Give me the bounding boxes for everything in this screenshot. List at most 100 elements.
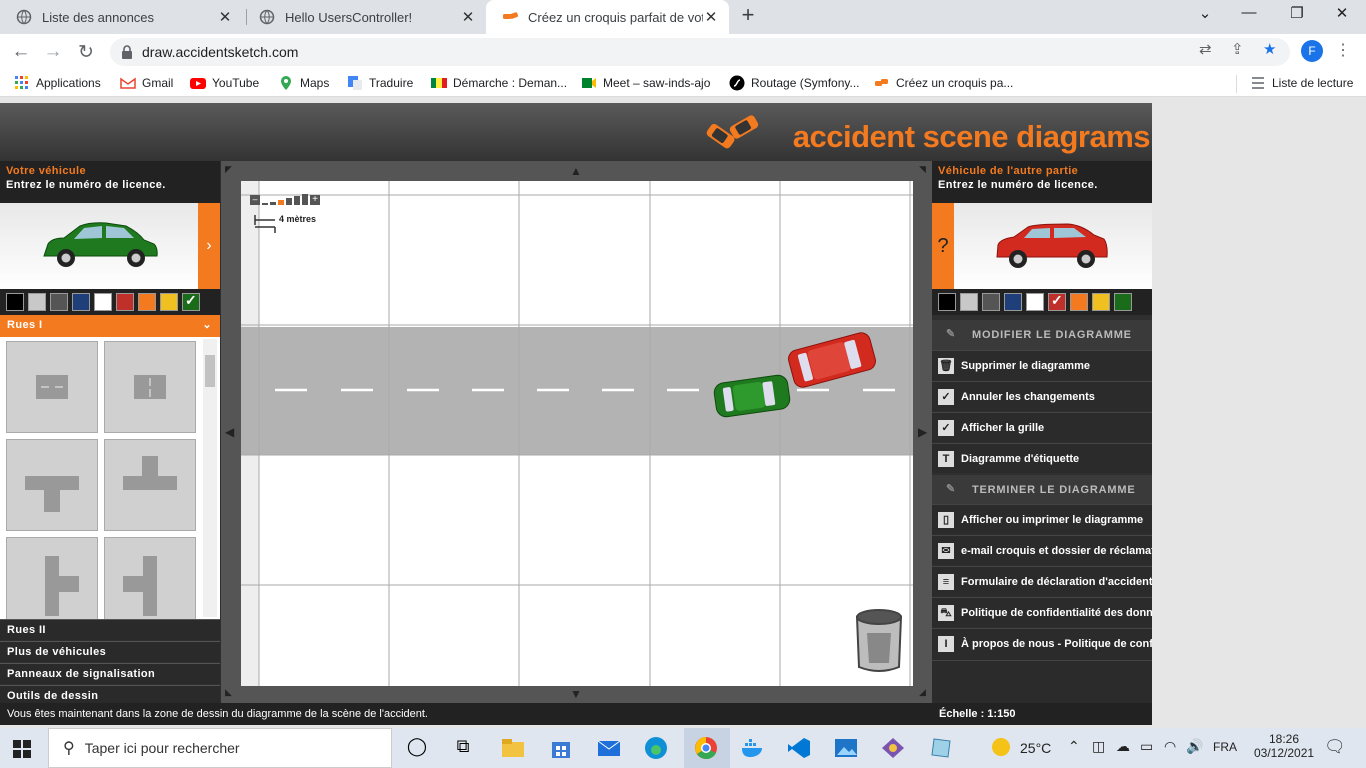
bookmark-maps[interactable]: Maps bbox=[278, 75, 329, 91]
close-tab-icon[interactable]: ✕ bbox=[460, 8, 476, 26]
drawing-canvas[interactable]: – + 4 mètres bbox=[241, 181, 913, 686]
color-swatch[interactable] bbox=[1004, 293, 1022, 311]
your-vehicle-preview[interactable] bbox=[0, 203, 220, 289]
menu-politique-confidentialite[interactable]: ⛍ Politique de confidentialité des donnée… bbox=[932, 597, 1152, 627]
clock[interactable]: 18:26 03/12/2021 bbox=[1254, 732, 1314, 760]
cortana-icon[interactable]: ◯ bbox=[404, 736, 430, 760]
color-swatch[interactable] bbox=[138, 293, 156, 311]
zoom-level-mark[interactable] bbox=[286, 198, 292, 205]
tab-hello-users[interactable]: Hello UsersController! ✕ bbox=[243, 0, 486, 34]
category-panneaux[interactable]: Panneaux de signalisation bbox=[0, 663, 220, 684]
zoom-control[interactable]: – + bbox=[250, 194, 320, 205]
menu-a-propos[interactable]: I À propos de nous - Politique de confide… bbox=[932, 628, 1152, 660]
close-tab-icon[interactable]: ✕ bbox=[217, 8, 233, 26]
language-indicator[interactable]: FRA bbox=[1213, 740, 1237, 754]
vehicle-toggle-arrow-icon[interactable]: › bbox=[198, 203, 220, 289]
share-icon[interactable]: ⇪ bbox=[1231, 40, 1244, 58]
tiles-scrollbar[interactable] bbox=[203, 339, 217, 617]
chrome-icon[interactable] bbox=[693, 736, 719, 760]
color-swatch[interactable] bbox=[1026, 293, 1044, 311]
menu-afficher-imprimer[interactable]: ▯ Afficher ou imprimer le diagramme bbox=[932, 504, 1152, 534]
tab-search-icon[interactable]: ⌄ bbox=[1193, 4, 1217, 22]
color-swatch[interactable] bbox=[1070, 293, 1088, 311]
color-swatch[interactable] bbox=[116, 293, 134, 311]
vscode-icon[interactable] bbox=[786, 736, 812, 760]
bookmark-applications[interactable]: Applications bbox=[14, 75, 101, 91]
zoom-level-mark[interactable] bbox=[262, 203, 268, 205]
bookmark-demarche[interactable]: Démarche : Deman... bbox=[431, 75, 567, 91]
scroll-down-arrow-icon[interactable]: ▼ bbox=[570, 687, 582, 701]
back-icon[interactable]: ← bbox=[9, 41, 33, 63]
color-swatch[interactable] bbox=[50, 293, 68, 311]
color-swatch[interactable] bbox=[1114, 293, 1132, 311]
profile-avatar[interactable]: F bbox=[1301, 40, 1323, 62]
reading-list-button[interactable]: Liste de lecture bbox=[1250, 75, 1353, 91]
onedrive-icon[interactable]: ☁ bbox=[1116, 738, 1130, 755]
zoom-level-current[interactable] bbox=[278, 200, 284, 205]
color-swatch[interactable] bbox=[982, 293, 1000, 311]
weather-sun-icon[interactable] bbox=[992, 738, 1010, 756]
your-vehicle-subtitle[interactable]: Entrez le numéro de licence. bbox=[6, 179, 214, 191]
other-vehicle-preview[interactable] bbox=[932, 203, 1152, 289]
tab-accident-sketch[interactable]: Créez un croquis parfait de votre ✕ bbox=[486, 0, 729, 34]
restore-button[interactable]: ❐ bbox=[1285, 4, 1309, 22]
zoom-level-mark[interactable] bbox=[270, 202, 276, 205]
file-explorer-icon[interactable] bbox=[500, 736, 526, 760]
category-rues-i-header[interactable]: Rues I ⌄ bbox=[0, 315, 220, 337]
tile-t-junction-up[interactable] bbox=[104, 439, 196, 531]
tile-t-junction-right[interactable] bbox=[6, 537, 98, 619]
store-icon[interactable] bbox=[548, 736, 574, 760]
color-swatch[interactable] bbox=[1048, 292, 1066, 311]
scrollbar-thumb[interactable] bbox=[205, 355, 215, 387]
git-app-icon[interactable] bbox=[880, 736, 906, 760]
temperature[interactable]: 25°C bbox=[1020, 740, 1051, 756]
zoom-out-icon[interactable]: – bbox=[250, 195, 260, 205]
bookmark-meet[interactable]: Meet – saw-inds-ajo bbox=[581, 75, 710, 91]
bookmark-traduire[interactable]: Traduire bbox=[347, 75, 413, 91]
tray-chevron-icon[interactable]: ⌃ bbox=[1068, 738, 1080, 755]
tile-straight-horizontal[interactable] bbox=[6, 341, 98, 433]
tray-meet-icon[interactable]: ◫ bbox=[1092, 738, 1105, 755]
tile-straight-vertical[interactable] bbox=[104, 341, 196, 433]
color-swatch[interactable] bbox=[72, 293, 90, 311]
color-swatch[interactable] bbox=[94, 293, 112, 311]
menu-formulaire-declaration[interactable]: ≡ Formulaire de déclaration d'accident bbox=[932, 566, 1152, 596]
notes-app-icon[interactable] bbox=[928, 736, 954, 760]
address-bar[interactable]: draw.accidentsketch.com bbox=[110, 38, 1290, 66]
minimize-button[interactable]: — bbox=[1237, 4, 1261, 21]
category-rues-ii[interactable]: Rues II bbox=[0, 619, 220, 640]
forward-icon[interactable]: → bbox=[41, 41, 65, 63]
menu-afficher-grille[interactable]: ✓ Afficher la grille bbox=[932, 412, 1152, 442]
bookmark-routage[interactable]: Routage (Symfony... bbox=[729, 75, 860, 91]
new-tab-button[interactable]: + bbox=[737, 4, 759, 27]
tab-liste-annonces[interactable]: Liste des annonces ✕ bbox=[0, 0, 243, 34]
docker-icon[interactable] bbox=[740, 736, 766, 760]
color-swatch[interactable] bbox=[6, 293, 24, 311]
battery-icon[interactable]: ▭ bbox=[1140, 738, 1153, 755]
menu-supprimer-diagramme[interactable]: 🗑 Supprimer le diagramme bbox=[932, 350, 1152, 380]
taskbar-search-box[interactable]: ⚲ Taper ici pour rechercher bbox=[48, 728, 392, 768]
tile-t-junction-down[interactable] bbox=[6, 439, 98, 531]
edge-icon[interactable] bbox=[643, 736, 669, 760]
bookmark-star-icon[interactable]: ★ bbox=[1263, 40, 1276, 58]
other-vehicle-question-icon[interactable]: ? bbox=[932, 203, 954, 289]
tile-t-junction-left[interactable] bbox=[104, 537, 196, 619]
zoom-in-icon[interactable]: + bbox=[310, 195, 320, 205]
more-menu-icon[interactable]: ⋮ bbox=[1335, 40, 1351, 60]
translate-page-icon[interactable]: ⇄ bbox=[1199, 40, 1212, 58]
color-swatch[interactable] bbox=[160, 293, 178, 311]
windows-start-icon[interactable] bbox=[13, 740, 39, 764]
menu-annuler-changements[interactable]: ✓ Annuler les changements bbox=[932, 381, 1152, 411]
task-view-icon[interactable]: ⧉ bbox=[450, 736, 476, 760]
wifi-icon[interactable]: ◠ bbox=[1164, 738, 1176, 755]
scroll-right-arrow-icon[interactable]: ▶ bbox=[918, 425, 927, 439]
scroll-up-arrow-icon[interactable]: ▲ bbox=[570, 164, 582, 178]
photos-icon[interactable] bbox=[833, 736, 859, 760]
bookmark-croquis[interactable]: Créez un croquis pa... bbox=[874, 75, 1013, 91]
color-swatch[interactable] bbox=[28, 293, 46, 311]
mail-icon[interactable] bbox=[596, 736, 622, 760]
close-window-button[interactable]: ✕ bbox=[1330, 4, 1354, 22]
menu-diagramme-etiquette[interactable]: T Diagramme d'étiquette bbox=[932, 443, 1152, 473]
close-tab-icon[interactable]: ✕ bbox=[703, 8, 719, 26]
reload-icon[interactable]: ↻ bbox=[74, 41, 98, 64]
